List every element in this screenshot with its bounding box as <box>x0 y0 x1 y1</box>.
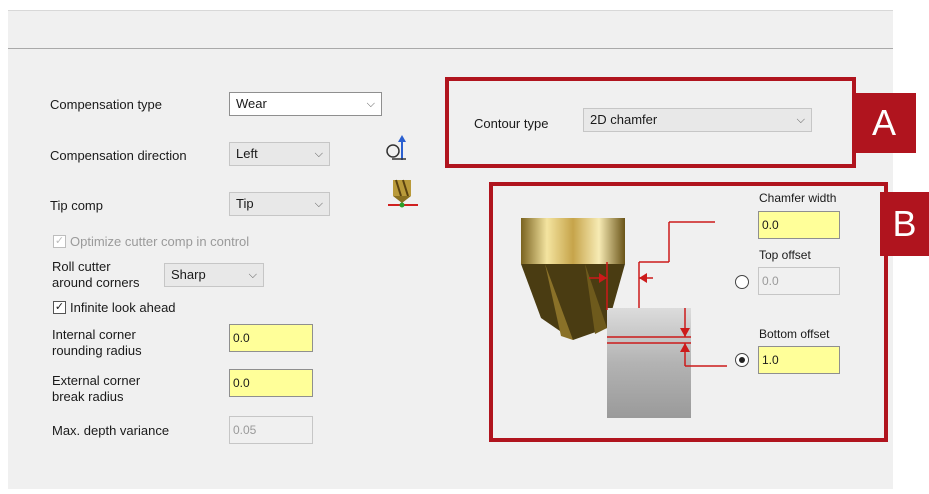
chevron-down-icon: ⌵ <box>314 148 323 160</box>
tip-comp-select[interactable]: Tip ⌵ <box>229 192 330 216</box>
chamfer-width-input[interactable]: 0.0 <box>758 211 840 239</box>
compensation-direction-value: Left <box>236 146 258 161</box>
badge-b: B <box>880 192 929 256</box>
bottom-offset-radio[interactable] <box>735 353 749 367</box>
bottom-offset-input[interactable]: 1.0 <box>758 346 840 374</box>
compensation-left-icon <box>386 135 406 160</box>
contour-type-label: Contour type <box>474 116 549 131</box>
chevron-down-icon: ⌵ <box>248 269 257 281</box>
external-corner-radius-input[interactable]: 0.0 <box>229 369 313 397</box>
compensation-type-value: Wear <box>236 96 267 111</box>
infinite-look-ahead-label: Infinite look ahead <box>70 300 176 315</box>
external-corner-label-line2: break radius <box>52 389 124 404</box>
top-offset-input[interactable]: 0.0 <box>758 267 840 295</box>
internal-corner-label-line1: Internal corner <box>52 327 136 342</box>
header-divider <box>8 48 893 49</box>
roll-cutter-value: Sharp <box>171 267 206 282</box>
compensation-type-label: Compensation type <box>50 97 163 112</box>
contour-type-select[interactable]: 2D chamfer ⌵ <box>583 108 812 132</box>
infinite-look-ahead-checkbox[interactable]: ✓ <box>53 301 66 314</box>
compensation-type-select[interactable]: Wear ⌵ <box>229 92 382 116</box>
check-icon: ✓ <box>54 301 65 313</box>
roll-cutter-label-line2: around corners <box>52 275 140 290</box>
contour-type-value: 2D chamfer <box>590 112 658 127</box>
tip-comp-label: Tip comp <box>50 198 103 213</box>
compensation-direction-label: Compensation direction <box>50 148 187 163</box>
internal-corner-radius-input[interactable]: 0.0 <box>229 324 313 352</box>
top-offset-label: Top offset <box>759 248 811 262</box>
chamfer-diagram <box>521 218 727 418</box>
tip-comp-icon <box>388 179 418 208</box>
radio-selected-dot <box>739 357 745 363</box>
roll-cutter-label-line1: Roll cutter <box>52 259 111 274</box>
compensation-direction-select[interactable]: Left ⌵ <box>229 142 330 166</box>
tip-comp-value: Tip <box>236 196 254 211</box>
optimize-cutter-comp-label: Optimize cutter comp in control <box>70 234 250 249</box>
check-icon: ✓ <box>54 235 65 247</box>
top-offset-radio[interactable] <box>735 275 749 289</box>
internal-corner-label-line2: rounding radius <box>52 343 142 358</box>
bottom-offset-label: Bottom offset <box>759 327 830 341</box>
chamfer-width-label: Chamfer width <box>759 191 837 205</box>
external-corner-label-line1: External corner <box>52 373 141 388</box>
chevron-down-icon: ⌵ <box>366 98 375 110</box>
chevron-down-icon: ⌵ <box>796 114 805 126</box>
chevron-down-icon: ⌵ <box>314 198 323 210</box>
badge-a: A <box>852 93 916 153</box>
max-depth-variance-input[interactable]: 0.05 <box>229 416 313 444</box>
optimize-cutter-comp-checkbox[interactable]: ✓ <box>53 235 66 248</box>
max-depth-variance-label: Max. depth variance <box>52 423 170 438</box>
roll-cutter-select[interactable]: Sharp ⌵ <box>164 263 264 287</box>
